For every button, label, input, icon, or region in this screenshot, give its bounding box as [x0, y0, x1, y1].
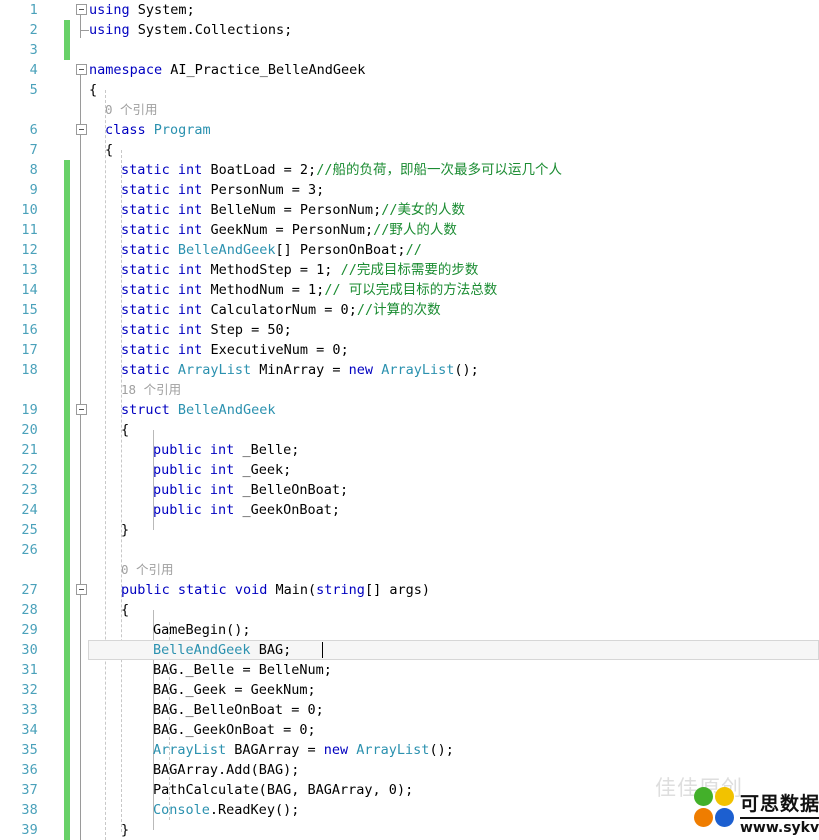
codelens-reference-count[interactable]: 0 个引用 — [121, 560, 174, 580]
code-line[interactable]: BelleAndGeek BAG; — [153, 640, 291, 660]
code-line[interactable]: static ArrayList MinArray = new ArrayLis… — [121, 360, 479, 380]
code-line[interactable]: public int _GeekOnBoat; — [153, 500, 340, 520]
code-line[interactable]: { — [121, 600, 129, 620]
code-line[interactable]: BAG._BelleOnBoat = 0; — [153, 700, 324, 720]
code-line[interactable]: static int GeekNum = PersonNum;//野人的人数 — [121, 220, 457, 240]
text-caret — [322, 642, 323, 658]
code-line[interactable]: Console.ReadKey(); — [153, 800, 299, 820]
code-line[interactable]: static int BelleNum = PersonNum;//美女的人数 — [121, 200, 465, 220]
code-editor[interactable]: 1 2 3 4 5 6 7 8 9 10 11 12 13 14 15 16 17 18 19 20 21 22 23 24 2… — [0, 0, 819, 840]
code-line[interactable]: GameBegin(); — [153, 620, 251, 640]
code-line[interactable]: class Program — [105, 120, 211, 140]
code-line[interactable]: } — [121, 520, 129, 540]
code-line[interactable]: namespace AI_Practice_BelleAndGeek — [89, 60, 365, 80]
code-text-layer[interactable]: using System; using System.Collections; na… — [0, 0, 819, 838]
code-line[interactable]: static int BoatLoad = 2;//船的负荷，即船一次最多可以运… — [121, 160, 562, 180]
code-line[interactable]: using System.Collections; — [89, 20, 292, 40]
code-line[interactable]: ArrayList BAGArray = new ArrayList(); — [153, 740, 454, 760]
code-line[interactable]: static BelleAndGeek[] PersonOnBoat;// — [121, 240, 422, 260]
code-line[interactable]: BAGArray.Add(BAG); — [153, 760, 299, 780]
code-line[interactable]: { — [89, 80, 97, 100]
code-line[interactable]: PathCalculate(BAG, BAGArray, 0); — [153, 780, 413, 800]
code-line[interactable]: BAG._Belle = BelleNum; — [153, 660, 332, 680]
code-line[interactable]: public static void Main(string[] args) — [121, 580, 430, 600]
codelens-reference-count[interactable]: 18 个引用 — [121, 380, 181, 400]
code-line[interactable]: public int _BelleOnBoat; — [153, 480, 348, 500]
code-line[interactable]: static int MethodNum = 1;// 可以完成目标的方法总数 — [121, 280, 497, 300]
code-line[interactable]: { — [105, 140, 113, 160]
code-line[interactable]: { — [121, 420, 129, 440]
code-line[interactable]: public int _Geek; — [153, 460, 291, 480]
code-line[interactable]: BAG._Geek = GeekNum; — [153, 680, 316, 700]
code-line[interactable]: static int PersonNum = 3; — [121, 180, 324, 200]
code-line[interactable]: static int Step = 50; — [121, 320, 292, 340]
codelens-reference-count[interactable]: 0 个引用 — [105, 100, 158, 120]
code-line[interactable]: static int ExecutiveNum = 0; — [121, 340, 349, 360]
code-line[interactable]: BAG._GeekOnBoat = 0; — [153, 720, 316, 740]
code-line[interactable]: static int MethodStep = 1; //完成目标需要的步数 — [121, 260, 478, 280]
code-line[interactable]: } — [121, 820, 129, 840]
code-line[interactable]: struct BelleAndGeek — [121, 400, 275, 420]
code-line[interactable]: static int CalculatorNum = 0;//计算的次数 — [121, 300, 441, 320]
code-line[interactable]: using System; — [89, 0, 195, 20]
code-line[interactable]: public int _Belle; — [153, 440, 299, 460]
